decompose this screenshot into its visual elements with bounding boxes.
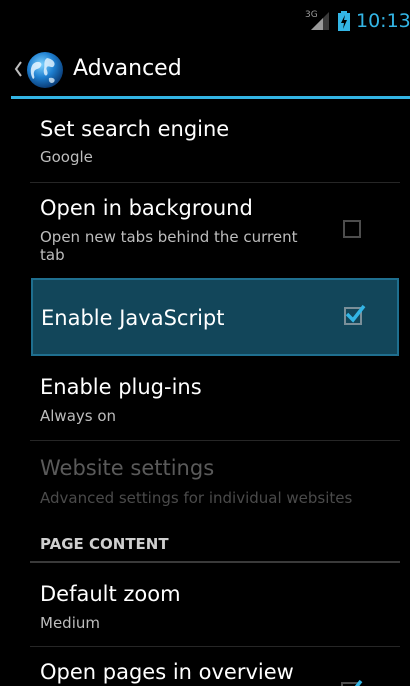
section-header-page-content: PAGE CONTENT xyxy=(40,535,169,553)
pref-enable-plugins[interactable]: Enable plug-ins Always on xyxy=(30,362,400,438)
status-bar: 3G 10:13 xyxy=(0,0,410,40)
pref-title: Website settings xyxy=(40,456,215,480)
pref-summary: Open new tabs behind the current tab xyxy=(40,228,298,264)
pref-enable-javascript[interactable]: Enable JavaScript xyxy=(31,278,399,356)
pref-summary: Always on xyxy=(40,407,117,425)
open-in-background-checkbox[interactable] xyxy=(343,220,361,238)
signal-icon xyxy=(311,12,329,30)
pref-open-in-background[interactable]: Open in background Open new tabs behind … xyxy=(30,183,400,271)
battery-charging-icon xyxy=(338,11,350,31)
pref-summary: Google xyxy=(40,148,93,166)
up-chevron-icon[interactable] xyxy=(13,60,23,78)
pref-title: Enable JavaScript xyxy=(41,306,225,330)
pref-summary: Advanced settings for individual website… xyxy=(40,489,353,507)
pref-title: Open pages in overview xyxy=(40,660,294,684)
pref-open-pages-in-overview[interactable]: Open pages in overview xyxy=(30,648,400,686)
checkmark-icon xyxy=(345,304,366,323)
globe-icon[interactable] xyxy=(25,50,65,90)
checkmark-icon xyxy=(354,679,363,686)
pref-set-search-engine[interactable]: Set search engine Google xyxy=(30,104,400,180)
status-time: 10:13 xyxy=(356,10,410,32)
enable-javascript-checkbox[interactable] xyxy=(344,304,366,325)
pref-website-settings: Website settings Advanced settings for i… xyxy=(30,442,400,522)
section-divider xyxy=(30,561,400,563)
pref-title: Enable plug-ins xyxy=(40,375,202,399)
advanced-settings-screen: 3G 10:13 Advanced Set search engine Goog… xyxy=(0,0,410,686)
action-bar-title: Advanced xyxy=(73,56,182,81)
pref-divider xyxy=(30,440,400,441)
pref-default-zoom[interactable]: Default zoom Medium xyxy=(30,568,400,644)
pref-title: Default zoom xyxy=(40,582,181,606)
pref-title: Open in background xyxy=(40,196,253,220)
signal-indicator: 3G xyxy=(305,10,331,30)
pref-divider xyxy=(30,646,400,647)
pref-summary: Medium xyxy=(40,614,100,632)
action-bar-divider xyxy=(11,96,410,99)
open-pages-in-overview-checkbox[interactable] xyxy=(341,679,363,686)
pref-title: Set search engine xyxy=(40,117,230,141)
